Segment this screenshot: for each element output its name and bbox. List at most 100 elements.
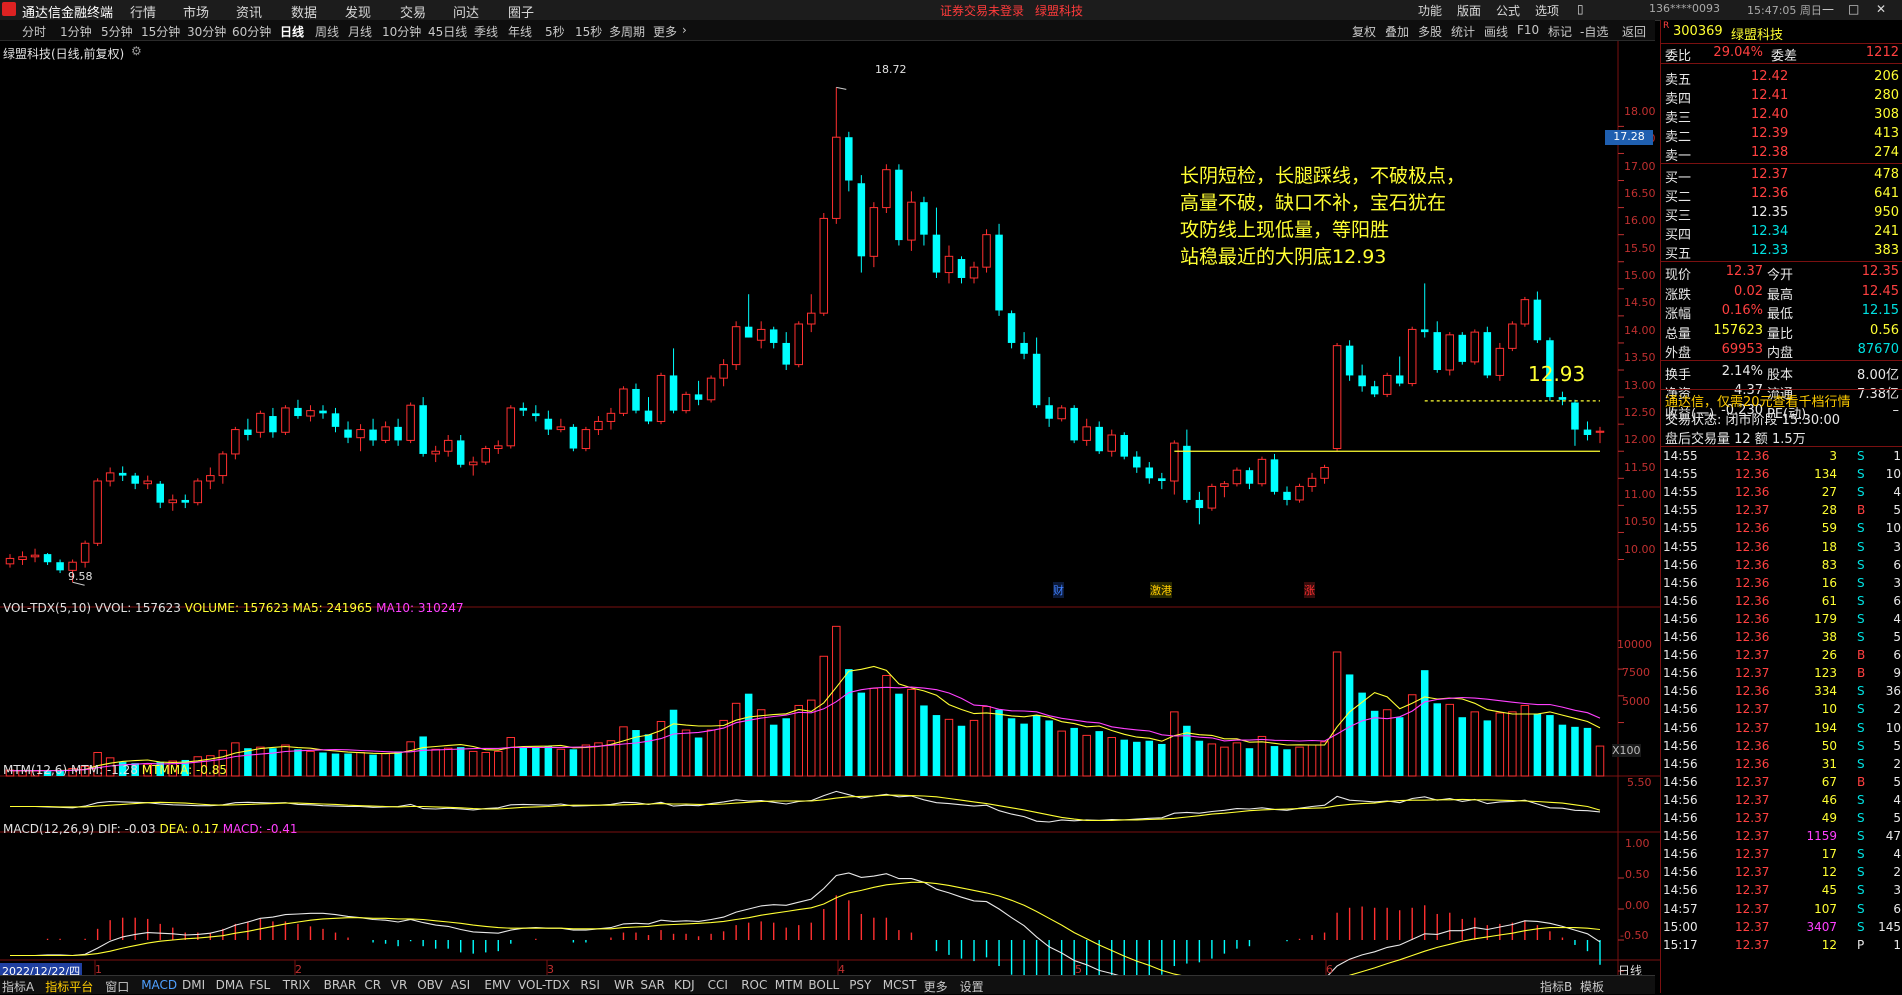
period-tab-60min[interactable]: 60分钟: [232, 23, 271, 40]
indicator-tab[interactable]: ROC: [741, 978, 767, 992]
account-id[interactable]: 136****0093: [1649, 2, 1720, 15]
indicator-tab[interactable]: ASI: [451, 978, 470, 992]
indicator-tab[interactable]: VOL-TDX: [518, 978, 570, 992]
sell-level-row[interactable]: 卖四 12.41 280: [1661, 87, 1902, 107]
indicator-tab[interactable]: BOLL: [808, 978, 839, 992]
indicator-tab[interactable]: PSY: [849, 978, 871, 992]
menu-news[interactable]: 资讯: [236, 2, 262, 21]
indicator-tab[interactable]: TRIX: [283, 978, 310, 992]
menu-function[interactable]: 功能: [1418, 2, 1442, 19]
sell-level-row[interactable]: 卖一 12.38 274: [1661, 144, 1902, 165]
marker-hk[interactable]: 激港: [1150, 582, 1172, 598]
period-tab-30min[interactable]: 30分钟: [187, 23, 226, 40]
indicator-tab[interactable]: 指标A: [2, 978, 34, 995]
menu-quotes[interactable]: 行情: [130, 2, 156, 21]
period-tab-more[interactable]: 更多: [653, 23, 677, 40]
indicator-tab[interactable]: SAR: [640, 978, 664, 992]
maximize-icon[interactable]: □: [1848, 2, 1859, 16]
period-tab-45day[interactable]: 45日线: [428, 23, 467, 40]
indicator-tab[interactable]: 窗口: [105, 978, 129, 995]
settings-circle-icon[interactable]: ⚙: [131, 44, 142, 58]
btn-multi-stock[interactable]: 多股: [1418, 23, 1442, 40]
sell-level-row[interactable]: 卖三 12.40 308: [1661, 106, 1902, 126]
mtm-indicator-name[interactable]: MTM(12,6): [3, 763, 67, 777]
buy-level-row[interactable]: 买五 12.33 383: [1661, 242, 1902, 262]
period-tab-multi[interactable]: 多周期: [609, 23, 645, 40]
indicator-tab[interactable]: KDJ: [674, 978, 695, 992]
candle-body: [1345, 345, 1354, 376]
menu-market[interactable]: 市场: [183, 2, 209, 21]
indicator-tab[interactable]: DMA: [216, 978, 244, 992]
period-tab-15s[interactable]: 15秒: [575, 23, 602, 40]
period-tab-monthly[interactable]: 月线: [348, 23, 372, 40]
indicator-tab[interactable]: OBV: [417, 978, 443, 992]
sell-level-row[interactable]: 卖五 12.42 206: [1661, 68, 1902, 88]
vol-indicator-name[interactable]: VOL-TDX(5,10): [3, 601, 91, 615]
tick-time: 15:17: [1663, 937, 1698, 952]
menu-data[interactable]: 数据: [291, 2, 317, 21]
indicator-tab[interactable]: FSL: [249, 978, 270, 992]
btn-draw[interactable]: 画线: [1484, 23, 1508, 40]
indicator-tab[interactable]: CCI: [708, 978, 728, 992]
level-volume: 383: [1874, 242, 1899, 258]
period-tab-timeshare[interactable]: 分时: [22, 23, 46, 40]
indicator-tab[interactable]: EMV: [484, 978, 510, 992]
indicator-tab[interactable]: VR: [391, 978, 408, 992]
indicator-b-tab[interactable]: 指标B: [1540, 978, 1572, 995]
period-tab-15min[interactable]: 15分钟: [141, 23, 180, 40]
sell-level-row[interactable]: 卖二 12.39 413: [1661, 125, 1902, 145]
btn-stats[interactable]: 统计: [1451, 23, 1475, 40]
stat-label: 内盘: [1767, 346, 1794, 361]
buy-level-row[interactable]: 买四 12.34 241: [1661, 223, 1902, 243]
indicator-tab[interactable]: RSI: [580, 978, 600, 992]
indicator-tab[interactable]: CR: [364, 978, 381, 992]
phone-icon[interactable]: ▯: [1577, 2, 1584, 16]
btn-back[interactable]: 返回: [1622, 23, 1646, 40]
indicator-tab[interactable]: 指标平台: [45, 978, 93, 995]
tick-volume: 26: [1821, 648, 1837, 663]
buy-level-row[interactable]: 买三 12.35 950: [1661, 204, 1902, 224]
indicator-tab[interactable]: 设置: [960, 978, 984, 995]
btn-watchlist[interactable]: -自选: [1580, 23, 1608, 40]
indicator-tab[interactable]: MCST: [883, 978, 917, 992]
period-tab-1min[interactable]: 1分钟: [60, 23, 92, 40]
btn-f10[interactable]: F10: [1517, 23, 1539, 37]
marker-finance[interactable]: 财: [1053, 582, 1064, 598]
period-tab-10min[interactable]: 10分钟: [382, 23, 421, 40]
promo-row[interactable]: 通达信，仅需20元查看千档行情: [1661, 389, 1902, 410]
menu-circle[interactable]: 圈子: [508, 2, 534, 21]
period-tab-quarter[interactable]: 季线: [474, 23, 498, 40]
macd-indicator-name[interactable]: MACD(12,26,9): [3, 822, 94, 836]
indicator-tab[interactable]: DMI: [182, 978, 205, 992]
level-price: 12.34: [1751, 223, 1789, 239]
indicator-tab[interactable]: MACD: [141, 978, 177, 992]
template-tab[interactable]: 模板: [1580, 978, 1604, 995]
login-warning[interactable]: 证券交易未登录: [940, 2, 1024, 19]
indicator-tab[interactable]: MTM: [775, 978, 803, 992]
indicator-tab[interactable]: 更多: [924, 978, 948, 995]
menu-discover[interactable]: 发现: [345, 2, 371, 21]
menu-layout[interactable]: 版面: [1457, 2, 1481, 19]
btn-fuquan[interactable]: 复权: [1352, 23, 1376, 40]
menu-formula[interactable]: 公式: [1496, 2, 1520, 19]
period-tab-5s[interactable]: 5秒: [545, 23, 565, 40]
btn-overlay[interactable]: 叠加: [1385, 23, 1409, 40]
candle-body: [519, 407, 528, 411]
menu-options[interactable]: 选项: [1535, 2, 1559, 19]
close-icon[interactable]: ✕: [1876, 2, 1886, 16]
chevron-right-icon[interactable]: ›: [682, 23, 687, 37]
menu-trade[interactable]: 交易: [400, 2, 426, 21]
period-tab-weekly[interactable]: 周线: [315, 23, 339, 40]
period-tab-year[interactable]: 年线: [508, 23, 532, 40]
minimize-icon[interactable]: —: [1822, 2, 1834, 16]
marker-rise[interactable]: 涨: [1304, 582, 1315, 598]
menu-wenda[interactable]: 问达: [453, 2, 479, 21]
indicator-tab[interactable]: BRAR: [324, 978, 357, 992]
candle-body: [30, 554, 40, 558]
period-tab-daily[interactable]: 日线: [280, 23, 304, 40]
period-tab-5min[interactable]: 5分钟: [101, 23, 133, 40]
indicator-tab[interactable]: WR: [614, 978, 634, 992]
btn-mark[interactable]: 标记: [1548, 23, 1572, 40]
buy-level-row[interactable]: 买一 12.37 478: [1661, 166, 1902, 186]
buy-level-row[interactable]: 买二 12.36 641: [1661, 185, 1902, 205]
